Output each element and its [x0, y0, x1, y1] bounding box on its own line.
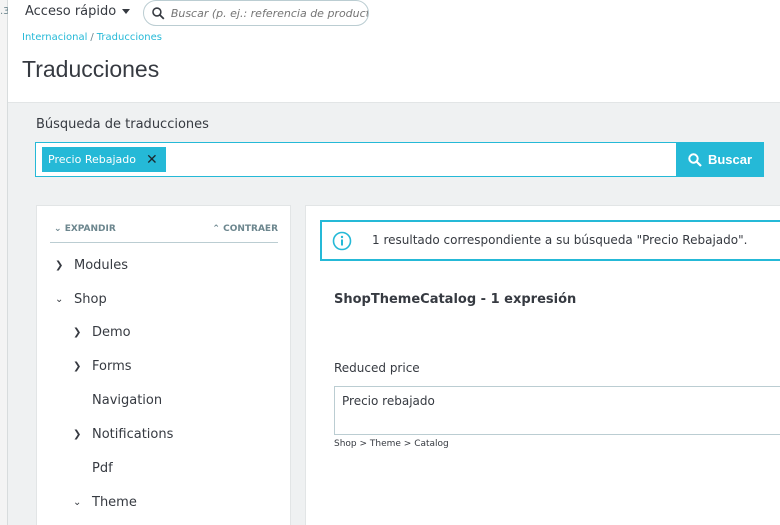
results-panel: 1 resultado correspondiente a su búsqued…	[305, 205, 780, 525]
breadcrumb-separator: /	[90, 32, 94, 43]
tree-item-demo[interactable]: ❯ Demo	[73, 325, 131, 340]
search-icon	[688, 152, 702, 167]
translation-textarea[interactable]: Precio rebajado	[334, 386, 780, 435]
tree-item-label: Modules	[74, 258, 129, 273]
tree-item-navigation[interactable]: Navigation	[92, 393, 162, 408]
info-icon	[322, 222, 362, 259]
translation-search-input[interactable]: Precio Rebajado ✕	[35, 142, 676, 177]
page-header: Acceso rápido Internacional/Traducciones…	[8, 0, 780, 103]
alert-message: 1 resultado correspondiente a su búsqued…	[372, 233, 748, 247]
expand-label: EXPANDIR	[64, 224, 116, 234]
page-title: Traducciones	[22, 56, 160, 82]
chevron-right-icon: ❯	[55, 260, 64, 271]
collapse-label: CONTRAER	[223, 224, 278, 234]
chevron-down-icon: ⌄	[54, 224, 62, 234]
caret-down-icon	[122, 9, 131, 14]
tree-item-forms[interactable]: ❯ Forms	[73, 359, 132, 374]
chevron-right-icon: ❯	[73, 429, 82, 440]
chevron-right-icon: ❯	[73, 361, 82, 372]
chevron-down-icon: ⌄	[55, 294, 64, 305]
tree-item-pdf[interactable]: Pdf	[92, 461, 113, 476]
tree-controls: ⌄ EXPANDIR ⌃ CONTRAER	[50, 224, 278, 243]
tree-item-label: Forms	[92, 359, 132, 374]
tree-item-modules[interactable]: ❯ Modules	[55, 258, 128, 273]
info-alert: 1 resultado correspondiente a su búsqued…	[320, 220, 780, 261]
tree-item-theme[interactable]: ⌄ Theme	[73, 495, 137, 510]
tree-item-label: Theme	[92, 495, 137, 510]
search-button-label: Buscar	[707, 152, 753, 167]
translation-path: Shop > Theme > Catalog	[334, 439, 449, 449]
tree-item-label: Shop	[74, 292, 107, 307]
chevron-down-icon: ⌄	[73, 497, 82, 508]
header-search[interactable]	[143, 0, 369, 26]
tree-item-label: Navigation	[92, 393, 163, 408]
tree-item-shop[interactable]: ⌄ Shop	[55, 292, 107, 307]
search-button[interactable]: Buscar	[676, 142, 764, 177]
collapse-all-button[interactable]: ⌃ CONTRAER	[212, 224, 278, 234]
search-tag: Precio Rebajado ✕	[42, 147, 166, 172]
breadcrumb: Internacional / Traducciones	[22, 32, 162, 43]
search-label: Búsqueda de traducciones	[36, 117, 209, 132]
breadcrumb-item-traducciones[interactable]: Traducciones	[97, 32, 162, 43]
quick-access-label: Acceso rápido	[25, 4, 117, 19]
tree-item-notifications[interactable]: ❯ Notifications	[73, 427, 173, 442]
remove-tag-icon[interactable]: ✕	[146, 153, 158, 167]
translation-tree: ⌄ EXPANDIR ⌃ CONTRAER ❯ Modules ⌄ Shop ❯…	[36, 205, 291, 525]
tree-item-label: Pdf	[92, 461, 113, 476]
breadcrumb-item-internacional[interactable]: Internacional	[22, 32, 87, 43]
header-search-input[interactable]	[170, 6, 368, 20]
domain-title: ShopThemeCatalog - 1 expresión	[334, 292, 577, 307]
expand-all-button[interactable]: ⌄ EXPANDIR	[54, 224, 116, 234]
translation-field-label: Reduced price	[334, 361, 420, 375]
sidebar-rail: .3	[0, 0, 10, 525]
search-tag-label: Precio Rebajado	[48, 153, 136, 166]
chevron-right-icon: ❯	[73, 327, 82, 338]
chevron-up-icon: ⌃	[212, 224, 220, 234]
quick-access-button[interactable]: Acceso rápido	[25, 4, 131, 19]
tree-item-label: Demo	[92, 325, 131, 340]
tree-item-label: Notifications	[92, 427, 174, 442]
search-icon	[152, 6, 165, 20]
